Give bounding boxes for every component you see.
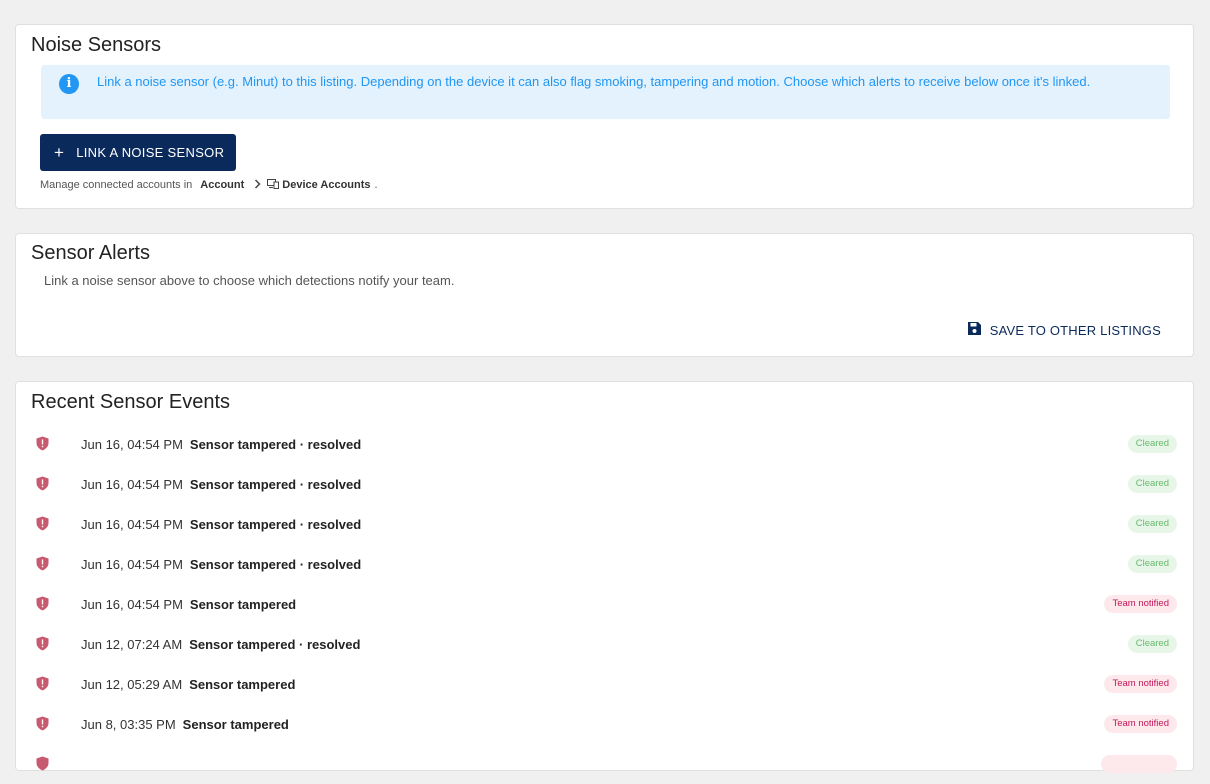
event-time: Jun 16, 04:54 PM <box>81 516 183 532</box>
shield-alert-icon <box>36 636 49 656</box>
info-banner: i Link a noise sensor (e.g. Minut) to th… <box>41 65 1170 119</box>
shield-alert-icon <box>36 516 49 536</box>
event-text: Sensor tampered · resolved <box>189 516 362 532</box>
event-time: Jun 12, 07:24 AM <box>81 636 183 652</box>
chevron-right-icon <box>254 178 261 192</box>
sensor-alerts-description: Link a noise sensor above to choose whic… <box>44 273 455 288</box>
save-to-other-listings-button[interactable]: SAVE TO OTHER LISTINGS <box>967 321 1161 339</box>
event-row[interactable] <box>16 744 1195 784</box>
status-badge: Cleared <box>1127 515 1177 533</box>
floppy-disk-icon <box>967 321 982 339</box>
shield-alert-icon <box>36 556 49 576</box>
shield-alert-icon <box>36 436 49 456</box>
status-badge: Team notified <box>1104 675 1177 693</box>
event-text: Sensor tampered · resolved <box>189 636 361 652</box>
breadcrumb-account[interactable]: Account <box>200 179 244 191</box>
shield-alert-icon <box>36 676 49 696</box>
device-accounts-icon <box>267 178 280 192</box>
link-noise-sensor-button[interactable]: + LINK A NOISE SENSOR <box>40 134 236 171</box>
event-time: Jun 12, 05:29 AM <box>81 676 183 692</box>
status-badge: Cleared <box>1127 475 1177 493</box>
event-time: Jun 16, 04:54 PM <box>81 476 183 492</box>
manage-suffix: . <box>374 179 378 191</box>
recent-events-card: Recent Sensor Events Jun 16, 04:54 PM Sen… <box>15 381 1195 773</box>
status-badge: Team notified <box>1104 595 1177 613</box>
event-text: Sensor tampered · resolved <box>189 436 362 452</box>
sensor-alerts-title: Sensor Alerts <box>31 242 150 264</box>
plus-icon: + <box>54 143 65 162</box>
event-time: Jun 16, 04:54 PM <box>81 436 183 452</box>
event-text: Sensor tampered <box>189 596 297 612</box>
status-badge: Cleared <box>1127 435 1177 453</box>
link-noise-sensor-label: LINK A NOISE SENSOR <box>76 145 225 160</box>
manage-accounts-row: Manage connected accounts in Account Dev… <box>40 178 378 192</box>
info-circle-icon: i <box>59 74 79 94</box>
noise-sensors-card: Noise Sensors i Link a noise sensor (e.g… <box>15 24 1194 209</box>
event-time: Jun 16, 04:54 PM <box>81 596 183 612</box>
status-badge: Team notified <box>1104 715 1177 733</box>
event-row[interactable]: Jun 16, 04:54 PM Sensor tampered · resolv… <box>16 464 1195 504</box>
status-badge: Cleared <box>1127 635 1177 653</box>
shield-alert-icon <box>36 596 49 616</box>
breadcrumb-device-accounts[interactable]: Device Accounts <box>282 179 370 191</box>
event-row[interactable]: Jun 16, 04:54 PM Sensor tampered Team not… <box>16 584 1195 624</box>
event-row[interactable]: Jun 16, 04:54 PM Sensor tampered · resolv… <box>16 424 1195 464</box>
status-badge: Cleared <box>1127 555 1177 573</box>
status-badge <box>1101 755 1177 773</box>
recent-events-title: Recent Sensor Events <box>31 391 230 413</box>
event-time: Jun 16, 04:54 PM <box>81 556 183 572</box>
shield-alert-icon <box>36 476 49 496</box>
event-text: Sensor tampered <box>189 676 296 692</box>
save-to-other-listings-label: SAVE TO OTHER LISTINGS <box>989 322 1161 338</box>
event-text: Sensor tampered <box>182 716 289 732</box>
shield-alert-icon <box>36 716 49 736</box>
event-text: Sensor tampered · resolved <box>189 476 362 492</box>
event-row[interactable]: Jun 16, 04:54 PM Sensor tampered · resolv… <box>16 504 1195 544</box>
shield-alert-icon <box>36 756 49 776</box>
event-time: Jun 8, 03:35 PM <box>81 716 176 732</box>
event-row[interactable]: Jun 16, 04:54 PM Sensor tampered · resolv… <box>16 544 1195 584</box>
manage-prefix: Manage connected accounts in <box>40 179 193 191</box>
info-banner-text: Link a noise sensor (e.g. Minut) to this… <box>97 74 1091 89</box>
event-text: Sensor tampered · resolved <box>189 556 362 572</box>
sensor-alerts-card: Sensor Alerts Link a noise sensor above … <box>15 233 1194 357</box>
event-row[interactable]: Jun 12, 07:24 AM Sensor tampered · resolv… <box>16 624 1195 664</box>
event-row[interactable]: Jun 8, 03:35 PM Sensor tampered Team noti… <box>16 704 1195 744</box>
noise-sensors-title: Noise Sensors <box>31 34 162 56</box>
event-row[interactable]: Jun 12, 05:29 AM Sensor tampered Team not… <box>16 664 1195 704</box>
